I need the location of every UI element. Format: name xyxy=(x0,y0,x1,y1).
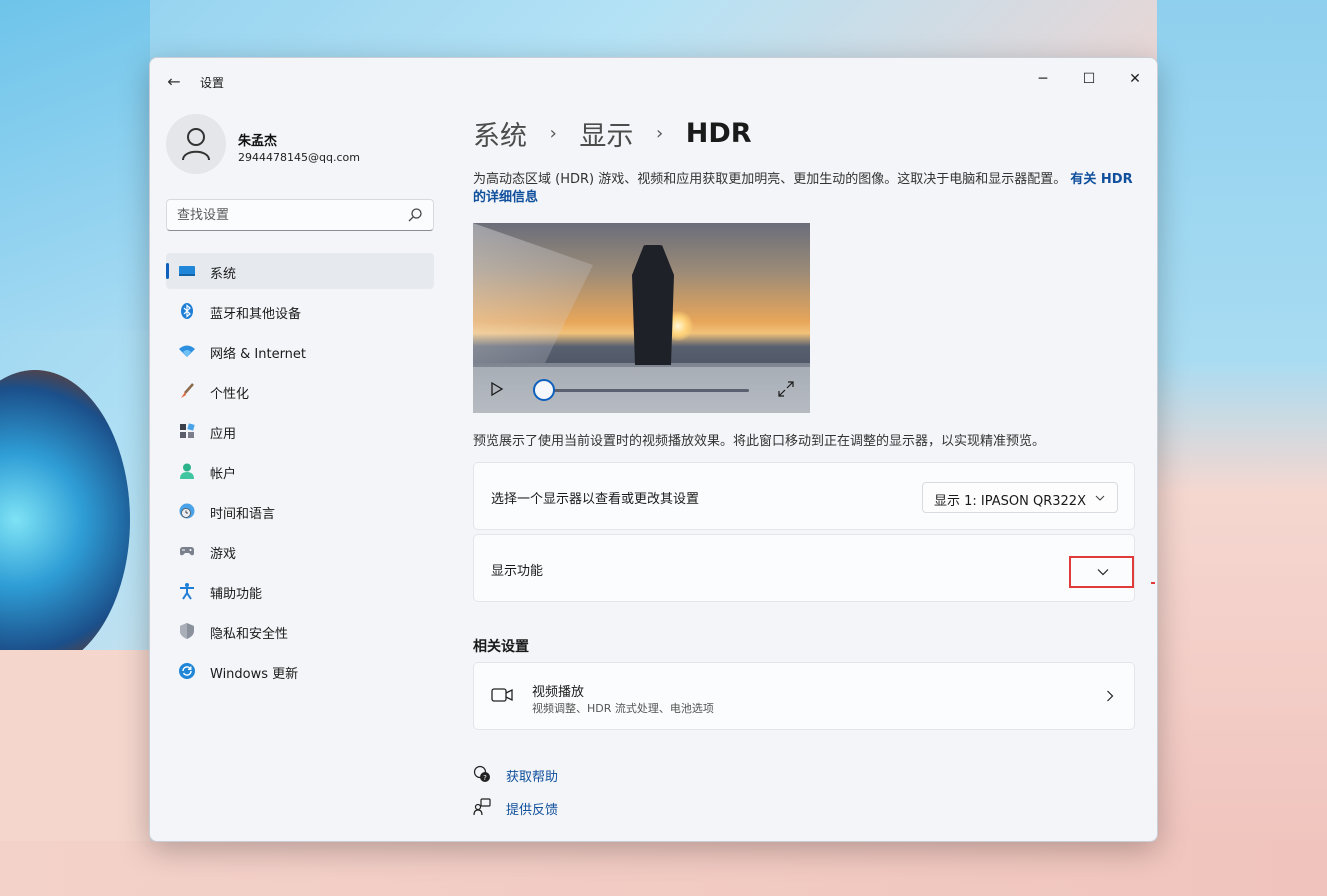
sidebar-item-label: 隐私和安全性 xyxy=(210,627,289,642)
sidebar-item-label: 网络 & Internet xyxy=(210,347,307,362)
feedback-label: 提供反馈 xyxy=(506,803,559,818)
display-features-label: 显示功能 xyxy=(491,564,544,579)
sidebar-item-apps[interactable]: 应用 xyxy=(166,413,434,449)
back-button[interactable]: ← xyxy=(164,72,184,92)
wifi-icon xyxy=(179,345,195,357)
sidebar-item-personalization[interactable]: 个性化 xyxy=(166,373,434,409)
sidebar-item-label: 应用 xyxy=(210,427,237,442)
annotation-mark xyxy=(1151,582,1155,584)
hdr-video-preview xyxy=(473,223,810,413)
page-title: HDR xyxy=(685,118,752,149)
update-icon xyxy=(179,663,195,679)
sidebar-item-accounts[interactable]: 帐户 xyxy=(166,453,434,489)
wallpaper-eye xyxy=(0,370,130,670)
monitor-select-card: 选择一个显示器以查看或更改其设置 显示 1: IPASON QR322X xyxy=(473,462,1135,530)
get-help-link[interactable]: ? 获取帮助 xyxy=(473,765,593,785)
user-profile[interactable]: 朱孟杰 2944478145@qq.com xyxy=(166,114,436,176)
user-name: 朱孟杰 xyxy=(238,134,278,149)
sidebar-nav: 系统 蓝牙和其他设备 网络 & Internet 个性化 应用 帐户 时间和语言… xyxy=(166,253,434,693)
wallpaper-bottom xyxy=(0,841,1327,896)
related-settings-title: 相关设置 xyxy=(473,639,529,655)
sidebar-item-label: 系统 xyxy=(210,267,237,282)
minimize-button[interactable]: ─ xyxy=(1020,64,1066,94)
gamepad-icon xyxy=(180,547,194,556)
video-seek-thumb[interactable] xyxy=(533,379,555,401)
bluetooth-icon xyxy=(181,303,193,319)
sidebar-item-time-language[interactable]: 时间和语言 xyxy=(166,493,434,529)
shield-icon xyxy=(180,623,194,639)
clock-globe-icon xyxy=(179,503,195,519)
sidebar-item-label: 时间和语言 xyxy=(210,507,276,522)
sidebar-item-accessibility[interactable]: 辅助功能 xyxy=(166,573,434,609)
feedback-icon xyxy=(473,798,491,816)
breadcrumb: 系统 › 显示 › HDR xyxy=(473,114,752,154)
search-icon[interactable] xyxy=(407,207,423,223)
chevron-down-icon xyxy=(1095,495,1105,501)
sidebar-item-bluetooth[interactable]: 蓝牙和其他设备 xyxy=(166,293,434,329)
get-help-label: 获取帮助 xyxy=(506,770,559,785)
help-chat-icon: ? xyxy=(473,765,490,782)
breadcrumb-separator: › xyxy=(655,123,664,144)
preview-note: 预览展示了使用当前设置时的视频播放效果。将此窗口移动到正在调整的显示器，以实现精… xyxy=(473,434,1046,449)
monitor-icon xyxy=(179,266,195,276)
feedback-link[interactable]: 提供反馈 xyxy=(473,798,593,818)
sidebar-item-windows-update[interactable]: Windows 更新 xyxy=(166,653,434,689)
sidebar-item-label: 帐户 xyxy=(210,467,237,482)
monitor-select-label: 选择一个显示器以查看或更改其设置 xyxy=(491,492,700,507)
account-icon xyxy=(180,463,194,479)
apps-icon xyxy=(180,423,195,438)
play-icon[interactable] xyxy=(489,381,505,397)
video-playback-title: 视频播放 xyxy=(532,685,585,700)
sidebar-item-system[interactable]: 系统 xyxy=(166,253,434,289)
sidebar-item-label: 个性化 xyxy=(210,387,250,402)
display-features-card[interactable]: 显示功能 xyxy=(473,534,1135,602)
title-bar: ← 设置 ─ ☐ ✕ xyxy=(150,58,1157,104)
sidebar-item-gaming[interactable]: 游戏 xyxy=(166,533,434,569)
video-person xyxy=(632,245,674,365)
video-playback-subtitle: 视频调整、HDR 流式处理、电池选项 xyxy=(532,702,714,715)
settings-window: ← 设置 ─ ☐ ✕ 朱孟杰 2944478145@qq.com 系统 xyxy=(149,57,1158,842)
chevron-down-icon xyxy=(1097,569,1109,576)
monitor-dropdown[interactable]: 显示 1: IPASON QR322X xyxy=(922,482,1118,513)
video-seek-track[interactable] xyxy=(543,389,749,392)
svg-text:?: ? xyxy=(483,774,487,782)
sidebar-item-label: 辅助功能 xyxy=(210,587,263,602)
video-controls xyxy=(473,367,810,413)
search-input[interactable] xyxy=(177,206,397,224)
user-email: 2944478145@qq.com xyxy=(238,151,360,164)
video-camera-icon xyxy=(491,688,513,702)
sidebar-item-label: 游戏 xyxy=(210,547,237,562)
accessibility-icon xyxy=(180,583,194,600)
breadcrumb-display[interactable]: 显示 xyxy=(579,114,633,153)
sidebar-item-label: 蓝牙和其他设备 xyxy=(210,307,302,322)
video-playback-card[interactable]: 视频播放 视频调整、HDR 流式处理、电池选项 xyxy=(473,662,1135,730)
brush-icon xyxy=(181,383,194,398)
wallpaper-hair xyxy=(0,0,150,330)
hdr-description-text: 为高动态区域 (HDR) 游戏、视频和应用获取更加明亮、更加生动的图像。这取决于… xyxy=(473,172,1067,187)
sidebar-item-network[interactable]: 网络 & Internet xyxy=(166,333,434,369)
fullscreen-icon[interactable] xyxy=(778,381,794,397)
search-box[interactable] xyxy=(166,199,434,231)
maximize-button[interactable]: ☐ xyxy=(1066,64,1112,94)
chevron-right-icon xyxy=(1107,690,1114,702)
sidebar-item-privacy[interactable]: 隐私和安全性 xyxy=(166,613,434,649)
avatar xyxy=(166,114,226,174)
breadcrumb-system[interactable]: 系统 xyxy=(473,114,527,153)
person-icon xyxy=(182,128,210,161)
monitor-dropdown-value: 显示 1: IPASON QR322X xyxy=(934,494,1086,509)
close-button[interactable]: ✕ xyxy=(1112,64,1157,94)
app-title: 设置 xyxy=(200,76,225,90)
wallpaper-right xyxy=(1157,0,1327,896)
breadcrumb-separator: › xyxy=(549,123,557,144)
back-arrow-icon: ← xyxy=(167,72,181,91)
video-ship-rail xyxy=(473,223,593,363)
sidebar-item-label: Windows 更新 xyxy=(210,667,299,682)
display-features-expand-button[interactable] xyxy=(1069,556,1134,588)
hdr-description: 为高动态区域 (HDR) 游戏、视频和应用获取更加明亮、更加生动的图像。这取决于… xyxy=(473,171,1133,207)
